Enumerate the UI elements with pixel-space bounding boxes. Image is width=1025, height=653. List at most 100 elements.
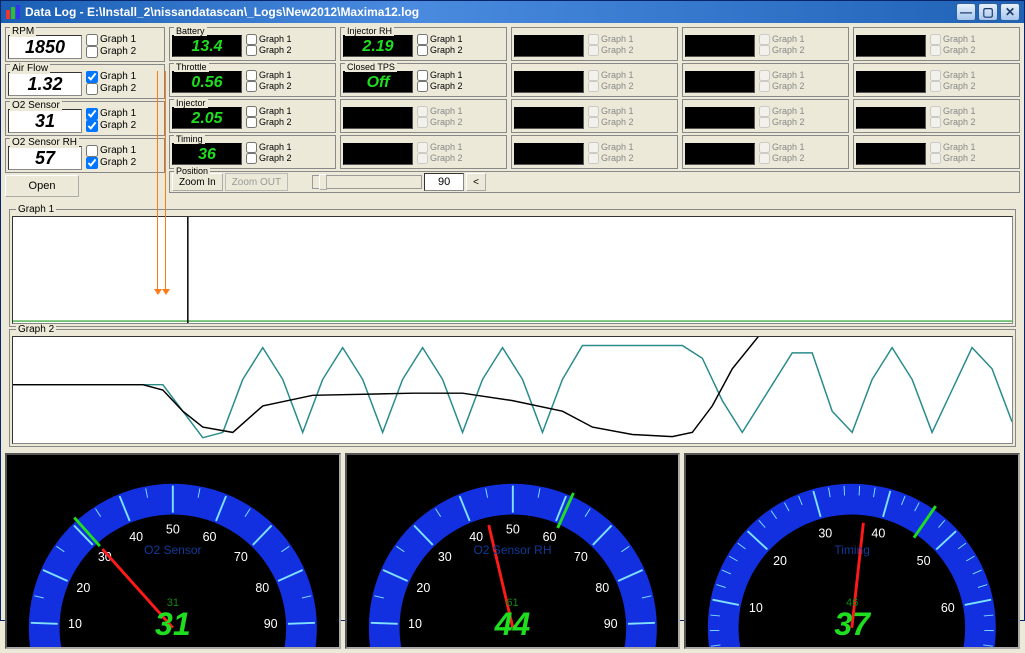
graph2-checkbox[interactable]: Graph 2 [417, 45, 463, 56]
pid-value [685, 71, 755, 93]
pid-label: Injector [174, 99, 208, 108]
pid-value [856, 143, 926, 165]
pid-box: Graph 1 Graph 2 [853, 63, 1020, 97]
pid-label: O2 Sensor RH [10, 138, 79, 148]
graph1-checkbox[interactable]: Graph 1 [246, 34, 292, 45]
graph2-frame: Graph 2 [9, 329, 1016, 447]
gauge-value: 44 [495, 606, 531, 643]
gauge-o2-sensor-rh: 0102030405060708090100O2 Sensor RH6144 [345, 453, 681, 649]
pid-box: Battery13.4Graph 1 Graph 2 [169, 27, 336, 61]
pid-box: Graph 1 Graph 2 [682, 63, 849, 97]
pid-label: O2 Sensor [10, 101, 62, 111]
zoom-out-button[interactable]: Zoom OUT [225, 173, 288, 191]
pid-box: Throttle0.56Graph 1 Graph 2 [169, 63, 336, 97]
graph2-checkbox[interactable]: Graph 2 [417, 81, 463, 92]
pid-label: RPM [10, 27, 36, 37]
gauge-value: 37 [834, 606, 870, 643]
graph2-checkbox[interactable]: Graph 2 [86, 157, 136, 169]
pid-box: Graph 1 Graph 2 [511, 99, 678, 133]
pid-value [856, 107, 926, 129]
pid-value [856, 35, 926, 57]
pid-value [514, 107, 584, 129]
graph1-checkbox: Graph 1 [588, 106, 634, 117]
svg-text:90: 90 [603, 617, 617, 631]
graph2-checkbox[interactable]: Graph 2 [246, 117, 292, 128]
minimize-button[interactable]: — [956, 3, 976, 21]
graph1-checkbox[interactable]: Graph 1 [417, 34, 463, 45]
graph2-checkbox[interactable]: Graph 2 [246, 45, 292, 56]
graph2-checkbox[interactable]: Graph 2 [86, 83, 136, 95]
graph1-checkbox[interactable]: Graph 1 [86, 71, 136, 83]
graph1-checkbox: Graph 1 [930, 106, 976, 117]
graph1-checkbox: Graph 1 [588, 34, 634, 45]
graph2-checkbox: Graph 2 [588, 81, 634, 92]
close-button[interactable]: ✕ [1000, 3, 1020, 21]
graph1-checkbox[interactable]: Graph 1 [246, 142, 292, 153]
graph2-checkbox[interactable]: Graph 2 [246, 81, 292, 92]
graph2-checkbox: Graph 2 [588, 117, 634, 128]
graph1-checkbox[interactable]: Graph 1 [417, 70, 463, 81]
pid-value [343, 107, 413, 129]
svg-text:20: 20 [773, 554, 787, 568]
pid-box: Graph 1 Graph 2 [853, 27, 1020, 61]
maximize-button[interactable]: ▢ [978, 3, 998, 21]
svg-text:10: 10 [749, 601, 763, 615]
svg-text:20: 20 [76, 581, 90, 595]
pid-box: Graph 1 Graph 2 [853, 135, 1020, 169]
zoom-label: Position [174, 166, 210, 176]
pid-value: 57 [8, 146, 82, 170]
graph2-checkbox: Graph 2 [759, 153, 805, 164]
svg-text:50: 50 [166, 523, 180, 537]
graph1-checkbox: Graph 1 [930, 142, 976, 153]
back-button[interactable]: < [466, 173, 486, 191]
graph1-checkbox: Graph 1 [588, 142, 634, 153]
pid-value: 31 [8, 109, 82, 133]
pid-label: Injector RH [345, 27, 394, 36]
pid-value: Off [343, 71, 413, 93]
pid-value [514, 35, 584, 57]
pid-value: 13.4 [172, 35, 242, 57]
gauge-timing: 010203040506070Timing4637 [684, 453, 1020, 649]
pid-value [514, 143, 584, 165]
graph2-checkbox[interactable]: Graph 2 [246, 153, 292, 164]
graph2-canvas[interactable] [12, 336, 1013, 444]
graph1-checkbox[interactable]: Graph 1 [86, 108, 136, 120]
svg-text:80: 80 [595, 581, 609, 595]
app-icon [5, 4, 21, 20]
pid-o2sensor: O2 Sensor 31 Graph 1 Graph 2 [5, 101, 165, 136]
graph2-checkbox: Graph 2 [759, 81, 805, 92]
svg-text:90: 90 [264, 617, 278, 631]
graph1-checkbox[interactable]: Graph 1 [86, 145, 136, 157]
graph1-checkbox[interactable]: Graph 1 [246, 70, 292, 81]
graph1-checkbox[interactable]: Graph 1 [246, 106, 292, 117]
pid-value [685, 143, 755, 165]
svg-text:30: 30 [438, 550, 452, 564]
graph1-checkbox: Graph 1 [759, 34, 805, 45]
pid-box: Injector2.05Graph 1 Graph 2 [169, 99, 336, 133]
graph1-checkbox: Graph 1 [588, 70, 634, 81]
open-button[interactable]: Open [5, 175, 79, 197]
pid-rpm: RPM 1850 Graph 1 Graph 2 [5, 27, 165, 62]
gauge-label: Timing [834, 543, 870, 557]
svg-text:40: 40 [469, 530, 483, 544]
graph2-checkbox[interactable]: Graph 2 [86, 46, 136, 58]
graph2-checkbox: Graph 2 [930, 117, 976, 128]
position-slider[interactable] [312, 175, 422, 189]
graph1-title: Graph 1 [16, 204, 56, 215]
pid-box: Graph 1 Graph 2 [340, 135, 507, 169]
graph1-canvas[interactable] [12, 216, 1013, 324]
graph1-checkbox: Graph 1 [417, 142, 463, 153]
svg-text:50: 50 [917, 554, 931, 568]
svg-text:60: 60 [203, 530, 217, 544]
pid-box: Timing36 Graph 1 Graph 2 [169, 135, 336, 169]
right-pid-grid: Battery13.4Graph 1 Graph 2Injector RH2.1… [169, 27, 1020, 205]
pid-value [514, 71, 584, 93]
pid-label: Timing [174, 135, 205, 144]
svg-text:30: 30 [819, 526, 833, 540]
graph2-checkbox: Graph 2 [759, 45, 805, 56]
graph1-checkbox[interactable]: Graph 1 [86, 34, 136, 46]
pid-value: 36 [172, 143, 242, 165]
pid-value [685, 35, 755, 57]
gauge-row: 0102030405060708090100O2 Sensor313101020… [1, 453, 1024, 653]
graph2-checkbox[interactable]: Graph 2 [86, 120, 136, 132]
